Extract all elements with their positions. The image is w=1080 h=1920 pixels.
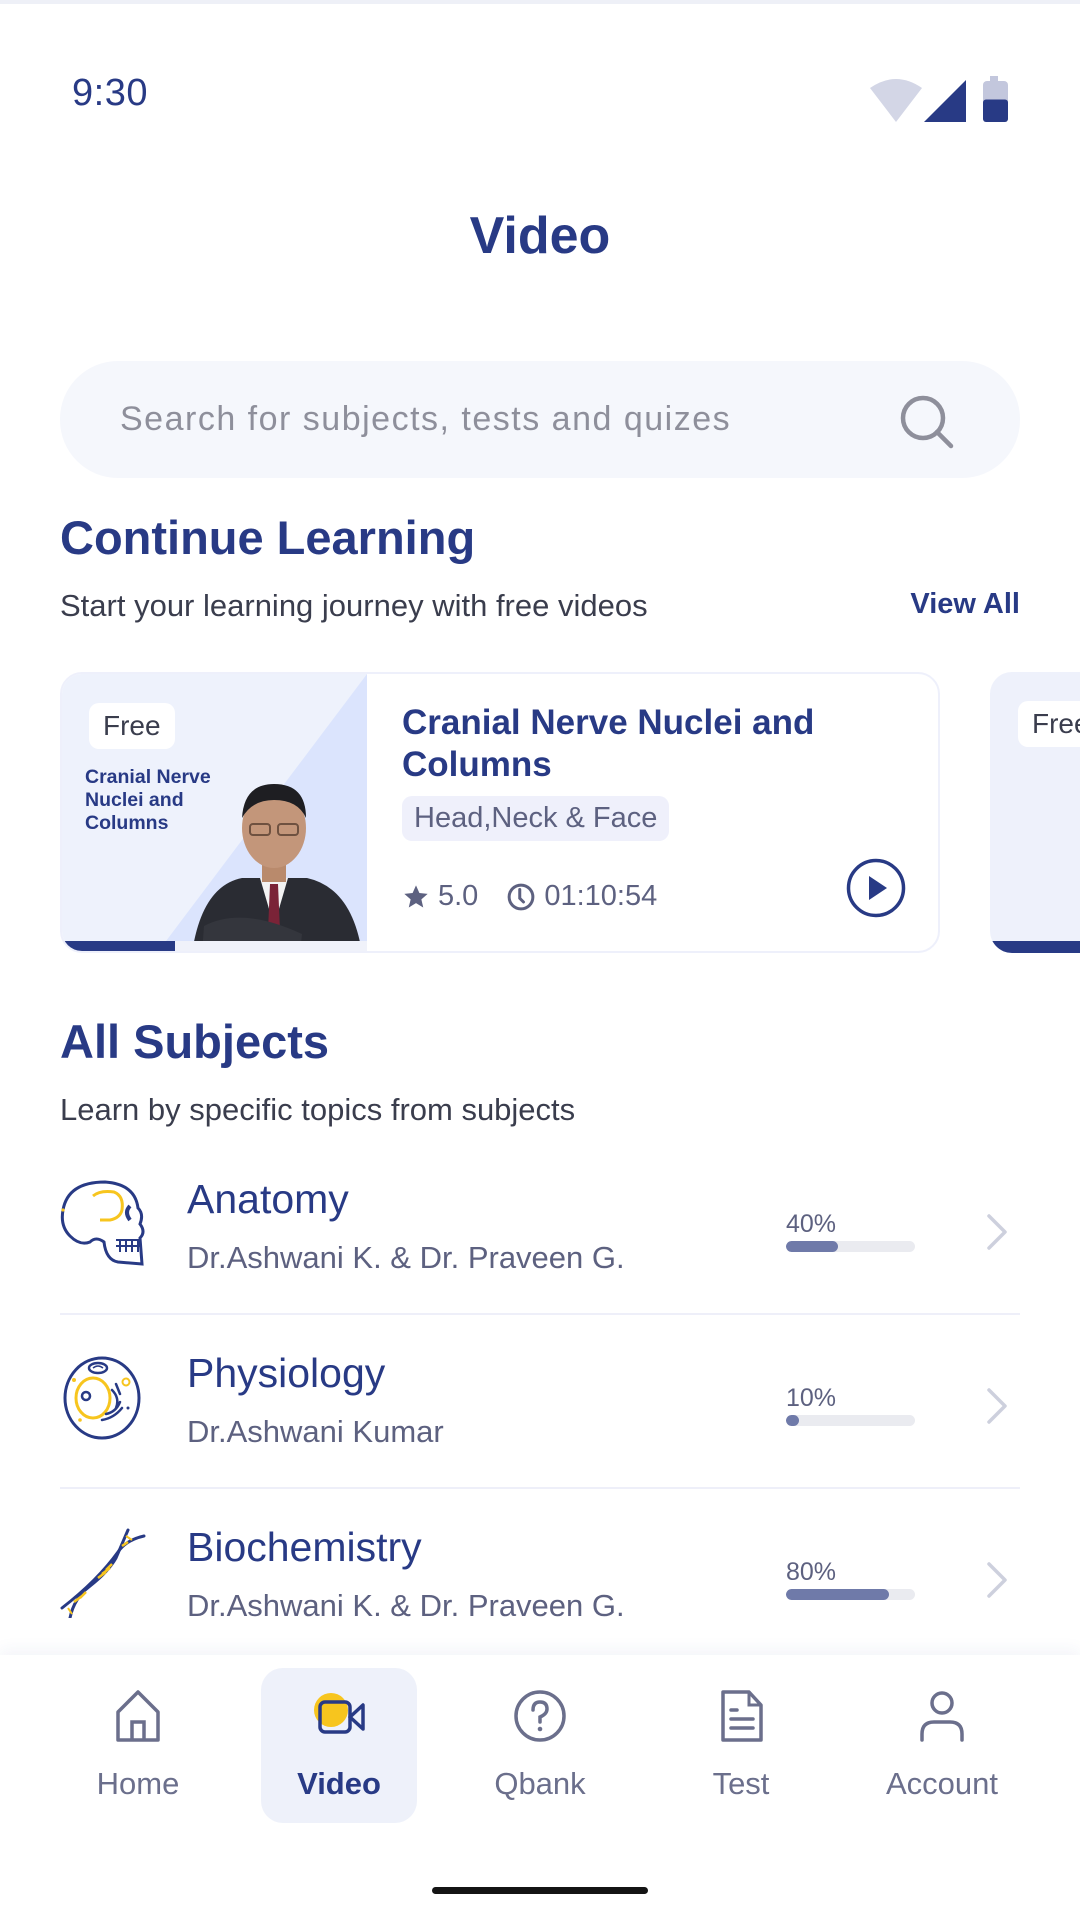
subject-teacher: Dr.Ashwani K. & Dr. Praveen G.	[187, 1240, 625, 1275]
video-duration: 01:10:54	[544, 880, 658, 912]
watch-progress-bar	[62, 941, 367, 951]
video-thumbnail: Free Cranial Nerve Nuclei and Columns	[62, 674, 367, 951]
continue-learning-subtitle: Start your learning journey with free vi…	[60, 588, 648, 623]
free-badge: Free	[89, 703, 175, 749]
subject-row-anatomy[interactable]: Anatomy Dr.Ashwani K. & Dr. Praveen G. 4…	[60, 1176, 1020, 1354]
video-title: Cranial Nerve Nuclei and Columns	[402, 703, 815, 784]
subject-progress-bar	[786, 1415, 915, 1426]
instructor-photo	[192, 784, 362, 951]
nav-label: Test	[712, 1766, 770, 1801]
subject-progress-label: 40%	[786, 1210, 837, 1238]
clock-icon	[507, 883, 535, 910]
chevron-right-icon	[987, 1562, 1007, 1598]
subject-progress-fill	[786, 1241, 838, 1252]
video-camera-icon	[314, 1693, 365, 1734]
chevron-right-icon	[987, 1388, 1007, 1424]
search-icon[interactable]	[896, 391, 956, 451]
battery-icon	[983, 76, 1008, 122]
subject-teacher: Dr.Ashwani K. & Dr. Praveen G.	[187, 1588, 625, 1623]
cellular-signal-icon	[924, 80, 966, 122]
all-subjects-subtitle: Learn by specific topics from subjects	[60, 1092, 576, 1127]
watch-progress-fill	[990, 941, 1080, 953]
watch-progress-fill	[62, 941, 175, 951]
subject-teacher: Dr.Ashwani Kumar	[187, 1414, 444, 1449]
top-edge-strip	[0, 0, 1080, 4]
home-icon	[116, 1690, 160, 1742]
search-input[interactable]	[120, 361, 920, 478]
nav-qbank[interactable]: Qbank	[462, 1668, 618, 1823]
video-meta: 5.0 01:10:54	[402, 880, 657, 913]
all-subjects-title: All Subjects	[60, 1015, 330, 1068]
video-card[interactable]: Free Cranial Nerve Nuclei and Columns Cr…	[60, 672, 940, 953]
subject-progress-label: 80%	[786, 1558, 837, 1586]
search-bar	[60, 361, 1020, 478]
continue-learning-title: Continue Learning	[60, 511, 476, 564]
subject-row-physiology[interactable]: Physiology Dr.Ashwani Kumar 10%	[60, 1350, 1020, 1528]
video-topic-tag: Head,Neck & Face	[402, 796, 670, 841]
free-badge: Free	[1018, 701, 1080, 747]
subject-progress-fill	[786, 1589, 890, 1600]
video-card-next[interactable]: Free	[990, 672, 1080, 953]
divider	[60, 1313, 1020, 1315]
nav-video[interactable]: Video	[261, 1668, 417, 1823]
wifi-icon	[870, 79, 922, 122]
nav-test[interactable]: Test	[663, 1668, 819, 1823]
nav-home[interactable]: Home	[60, 1668, 216, 1823]
nav-label: Home	[96, 1766, 180, 1801]
cell-icon	[63, 1356, 141, 1440]
skull-icon	[60, 1180, 145, 1266]
nav-label: Account	[885, 1766, 998, 1801]
subject-name: Biochemistry	[187, 1524, 422, 1570]
divider	[60, 1487, 1020, 1489]
subject-progress-bar	[786, 1589, 915, 1600]
nav-account[interactable]: Account	[864, 1668, 1020, 1823]
user-icon	[920, 1691, 964, 1742]
nav-label: Qbank	[494, 1766, 586, 1801]
chevron-right-icon	[987, 1214, 1007, 1250]
video-rating: 5.0	[438, 880, 479, 912]
subject-name: Anatomy	[187, 1176, 349, 1222]
bottom-navigation: Home Video Qbank Test Account	[0, 1655, 1080, 1920]
question-circle-icon	[514, 1690, 566, 1742]
subject-progress-label: 10%	[786, 1384, 837, 1412]
play-button[interactable]	[846, 858, 906, 918]
nav-label: Video	[297, 1766, 381, 1801]
status-time: 9:30	[72, 72, 148, 114]
document-icon	[721, 1690, 763, 1742]
home-indicator	[432, 1887, 648, 1894]
page-title: Video	[469, 207, 611, 265]
status-icons	[870, 76, 1008, 122]
star-icon	[404, 884, 428, 907]
dna-icon	[60, 1528, 146, 1618]
subject-progress-fill	[786, 1415, 799, 1426]
subject-name: Physiology	[187, 1350, 386, 1396]
view-all-link[interactable]: View All	[910, 588, 1020, 621]
subject-progress-bar	[786, 1241, 915, 1252]
